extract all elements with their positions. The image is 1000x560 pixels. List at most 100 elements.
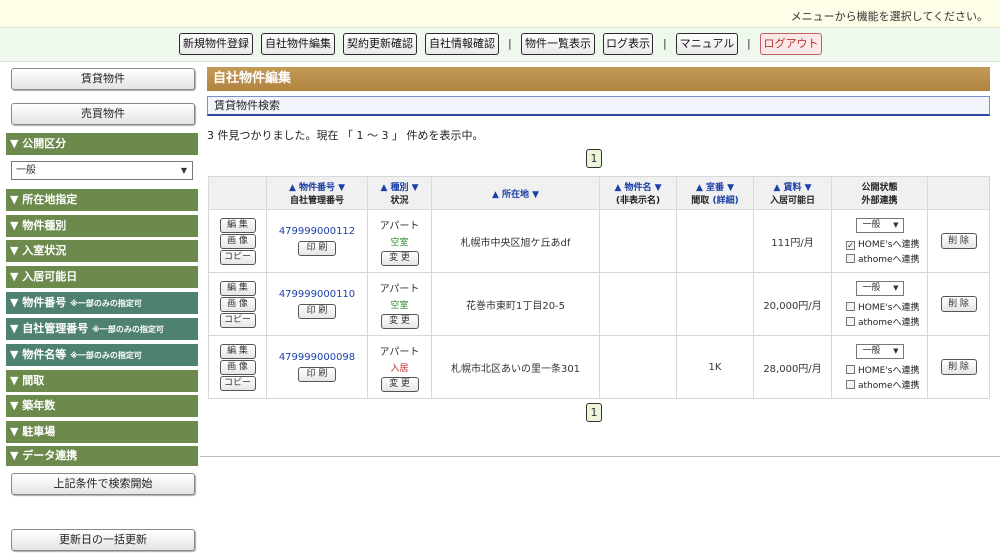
header-number[interactable]: ▲ 物件番号 ▼ 自社管理番号	[266, 176, 368, 210]
homes-checkbox[interactable]	[846, 364, 855, 374]
athome-link-label: athomeへ連携	[858, 317, 920, 328]
header-move-in: 入居可能日	[769, 196, 815, 206]
sale-property-button[interactable]: 売買物件	[11, 103, 195, 125]
homes-link-option[interactable]: HOME'sへ連携	[832, 363, 927, 376]
publish-section-header[interactable]: ▼ 公開区分	[6, 133, 198, 155]
athome-checkbox[interactable]	[846, 316, 855, 326]
pagination-bottom-page-1[interactable]: 1	[586, 403, 602, 422]
table-row: 編 集 画 像 コピー 479999000112 印 刷 アパート 空室 変 更…	[208, 209, 990, 273]
menu-property-list-button[interactable]: 物件一覧表示	[521, 33, 595, 55]
header-rent[interactable]: ▲ 賃料 ▼ 入居可能日	[753, 176, 832, 210]
section-parking[interactable]: ▼ 駐車場	[6, 421, 198, 443]
delete-button[interactable]: 削 除	[940, 296, 977, 312]
publish-state-select[interactable]: 一般 ▼	[855, 280, 904, 296]
menu-log-button[interactable]: ログ表示	[603, 33, 653, 55]
header-layout-detail-link[interactable]: (詳細)	[712, 196, 738, 206]
menu-separator: |	[508, 37, 512, 50]
publish-state-value: 一般	[862, 219, 881, 230]
name-cell	[599, 335, 677, 399]
menu-edit-own-property-button[interactable]: 自社物件編集	[261, 33, 335, 55]
menu-new-property-button[interactable]: 新規物件登録	[179, 33, 253, 55]
header-actions	[208, 176, 267, 210]
delete-button[interactable]: 削 除	[940, 359, 977, 375]
homes-link-label: HOME'sへ連携	[858, 239, 920, 250]
number-cell: 479999000098 印 刷	[266, 335, 368, 399]
header-name-sort: ▲ 物件名 ▼	[614, 183, 662, 193]
copy-button[interactable]: コピー	[219, 313, 256, 328]
section-occupancy[interactable]: ▼ 入室状況	[6, 240, 198, 262]
rent-cell: 20,000円/月	[753, 272, 832, 336]
print-button[interactable]: 印 刷	[298, 241, 336, 256]
section-property-name-label: ▼ 物件名等	[10, 348, 67, 361]
property-number-link[interactable]: 479999000098	[279, 352, 355, 363]
menu-separator: |	[747, 37, 751, 50]
section-management-number[interactable]: ▼ 自社管理番号 ※一部のみの指定可	[6, 318, 198, 340]
publish-cell: 一般 ▼ HOME'sへ連携 athomeへ連携	[831, 272, 928, 336]
section-data-link[interactable]: ▼ データ連携	[6, 446, 198, 466]
section-management-number-note: ※一部のみの指定可	[92, 325, 164, 334]
row-actions-cell: 編 集 画 像 コピー	[208, 272, 267, 336]
header-type[interactable]: ▲ 種別 ▼ 状況	[367, 176, 432, 210]
search-start-button[interactable]: 上記条件で検索開始	[11, 473, 195, 495]
delete-button[interactable]: 削 除	[940, 233, 977, 249]
section-property-type[interactable]: ▼ 物件種別	[6, 215, 198, 237]
section-move-in-date[interactable]: ▼ 入居可能日	[6, 266, 198, 288]
bulk-update-button[interactable]: 更新日の一括更新	[11, 529, 195, 551]
publish-state-select[interactable]: 一般 ▼	[855, 343, 904, 359]
header-address[interactable]: ▲ 所在地 ▼	[431, 176, 600, 210]
table-row: 編 集 画 像 コピー 479999000110 印 刷 アパート 空室 変 更…	[208, 272, 990, 336]
rent-cell: 111円/月	[753, 209, 832, 273]
homes-checkbox[interactable]: ✓	[846, 240, 855, 250]
section-property-number[interactable]: ▼ 物件番号 ※一部のみの指定可	[6, 292, 198, 314]
athome-checkbox[interactable]	[846, 253, 855, 263]
dropdown-arrow-icon: ▼	[893, 220, 899, 229]
edit-button[interactable]: 編 集	[219, 218, 256, 233]
athome-link-option[interactable]: athomeへ連携	[832, 315, 927, 328]
header-status: 状況	[390, 196, 409, 206]
header-publish-state: 公開状態	[861, 183, 898, 193]
header-external-link: 外部連携	[861, 196, 898, 206]
edit-button[interactable]: 編 集	[219, 281, 256, 296]
section-building-age[interactable]: ▼ 築年数	[6, 395, 198, 417]
section-property-name[interactable]: ▼ 物件名等 ※一部のみの指定可	[6, 344, 198, 366]
change-button[interactable]: 変 更	[380, 250, 419, 266]
copy-button[interactable]: コピー	[219, 376, 256, 391]
athome-link-label: athomeへ連携	[858, 380, 920, 391]
publish-select[interactable]: 一般 ▼	[11, 161, 193, 180]
menu-logout-button[interactable]: ログアウト	[760, 33, 822, 55]
change-button[interactable]: 変 更	[380, 376, 419, 392]
image-button[interactable]: 画 像	[219, 297, 256, 312]
print-button[interactable]: 印 刷	[298, 367, 336, 382]
header-name[interactable]: ▲ 物件名 ▼ (非表示名)	[599, 176, 677, 210]
rent-property-button[interactable]: 賃貸物件	[11, 68, 195, 90]
header-layout: 間取	[691, 196, 710, 206]
section-property-name-note: ※一部のみの指定可	[70, 351, 142, 360]
copy-button[interactable]: コピー	[219, 250, 256, 265]
homes-checkbox[interactable]	[846, 301, 855, 311]
publish-cell: 一般 ▼ ✓ HOME'sへ連携 athomeへ連携	[831, 209, 928, 273]
section-location[interactable]: ▼ 所在地指定	[6, 189, 198, 211]
image-button[interactable]: 画 像	[219, 360, 256, 375]
menu-manual-button[interactable]: マニュアル	[676, 33, 738, 55]
header-room[interactable]: ▲ 室番 ▼ 間取 (詳細)	[676, 176, 754, 210]
edit-button[interactable]: 編 集	[219, 344, 256, 359]
property-number-link[interactable]: 479999000110	[279, 289, 355, 300]
publish-state-select[interactable]: 一般 ▼	[855, 217, 904, 233]
athome-link-option[interactable]: athomeへ連携	[832, 252, 927, 265]
athome-link-option[interactable]: athomeへ連携	[832, 378, 927, 391]
header-management-number: 自社管理番号	[289, 196, 344, 206]
print-button[interactable]: 印 刷	[298, 304, 336, 319]
section-layout[interactable]: ▼ 間取	[6, 370, 198, 392]
image-button[interactable]: 画 像	[219, 234, 256, 249]
name-cell	[599, 209, 677, 273]
homes-link-option[interactable]: ✓ HOME'sへ連携	[832, 237, 927, 250]
change-button[interactable]: 変 更	[380, 313, 419, 329]
menu-company-info-button[interactable]: 自社情報確認	[425, 33, 499, 55]
homes-link-option[interactable]: HOME'sへ連携	[832, 300, 927, 313]
menu-contract-renewal-button[interactable]: 契約更新確認	[343, 33, 417, 55]
athome-checkbox[interactable]	[846, 379, 855, 389]
row-actions-cell: 編 集 画 像 コピー	[208, 209, 267, 273]
room-cell: 1K	[676, 335, 754, 399]
property-number-link[interactable]: 479999000112	[279, 226, 355, 237]
pagination-top-page-1[interactable]: 1	[586, 149, 602, 168]
